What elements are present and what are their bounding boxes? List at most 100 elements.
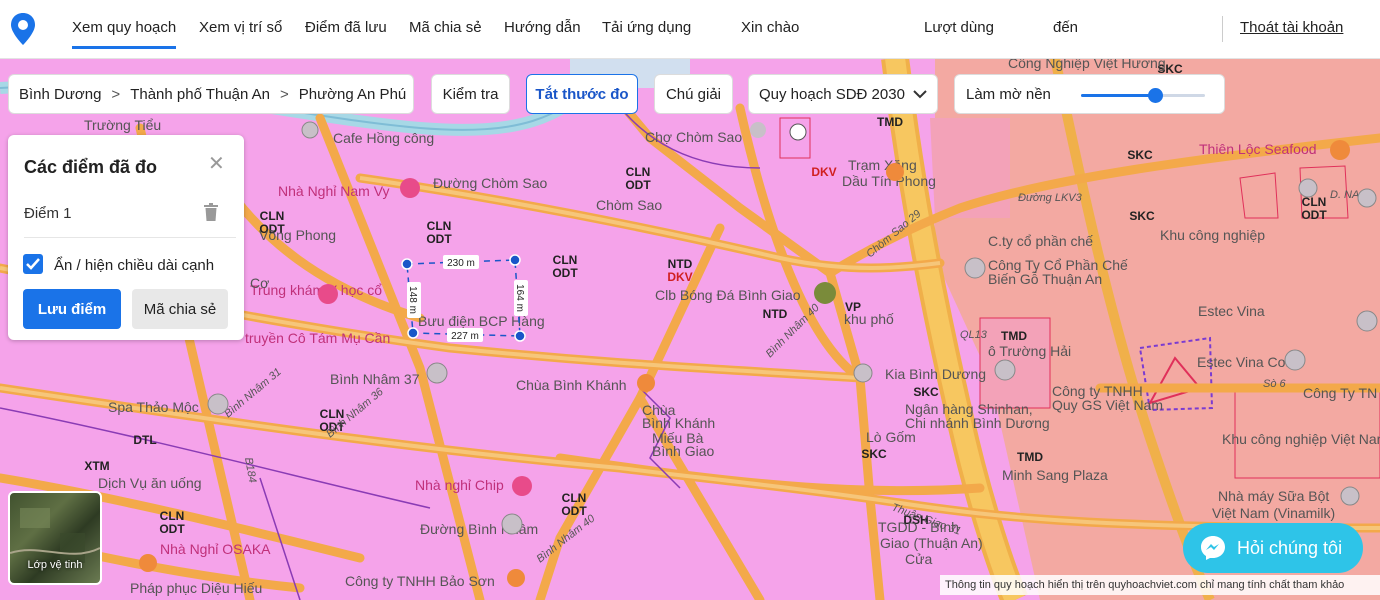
svg-text:Công Nghiệp Việt Hương: Công Nghiệp Việt Hương bbox=[1008, 58, 1166, 71]
svg-text:Khu công nghiệp: Khu công nghiệp bbox=[1160, 227, 1265, 243]
svg-text:Chùa Bình Khánh: Chùa Bình Khánh bbox=[516, 377, 627, 393]
point-item-label[interactable]: Điểm 1 bbox=[24, 205, 72, 222]
svg-text:Dịch Vụ ăn uống: Dịch Vụ ăn uống bbox=[98, 475, 202, 491]
svg-text:Estec Vina Co.: Estec Vina Co. bbox=[1197, 354, 1289, 370]
measure-vertex[interactable] bbox=[407, 327, 419, 339]
nav-saved-points[interactable]: Điểm đã lưu bbox=[305, 19, 387, 36]
svg-text:CLN: CLN bbox=[562, 491, 587, 505]
svg-text:XTM: XTM bbox=[84, 459, 109, 473]
close-icon[interactable]: ✕ bbox=[208, 151, 225, 176]
svg-text:Cafe Hồng công: Cafe Hồng công bbox=[333, 130, 434, 146]
svg-text:khu phố: khu phố bbox=[844, 311, 894, 327]
satellite-layer-button[interactable]: Lớp vệ tinh bbox=[8, 491, 102, 585]
measured-points-panel: Các điểm đã đo ✕ Điểm 1 Ẩn / hiện chiều … bbox=[8, 135, 244, 340]
svg-text:Spa Thảo Mộc: Spa Thảo Mộc bbox=[108, 399, 199, 415]
nav-download-app[interactable]: Tải ứng dụng bbox=[602, 19, 691, 36]
svg-text:CLN: CLN bbox=[160, 509, 185, 523]
svg-text:ODT: ODT bbox=[159, 522, 185, 536]
breadcrumb-city[interactable]: Thành phố Thuận An bbox=[130, 86, 270, 103]
measure-vertex[interactable] bbox=[509, 254, 521, 266]
chevron-down-icon bbox=[913, 89, 927, 98]
svg-text:Cửa: Cửa bbox=[905, 551, 932, 567]
svg-text:CLN: CLN bbox=[260, 209, 285, 223]
top-navbar: Xem quy hoạch Xem vị trí sổ Điểm đã lưu … bbox=[0, 0, 1380, 59]
blur-label: Làm mờ nền bbox=[966, 85, 1051, 103]
svg-text:ODT: ODT bbox=[1301, 208, 1327, 222]
nav-view-planning[interactable]: Xem quy hoạch bbox=[72, 19, 177, 49]
svg-text:TMD: TMD bbox=[1017, 450, 1043, 464]
svg-text:DKV: DKV bbox=[667, 270, 692, 284]
svg-text:Bình Nhâm 37: Bình Nhâm 37 bbox=[330, 371, 420, 387]
svg-text:Estec Vina: Estec Vina bbox=[1198, 303, 1265, 319]
nav-divider bbox=[1222, 16, 1223, 42]
nav-guide[interactable]: Hướng dẫn bbox=[504, 19, 581, 36]
blur-slider-handle[interactable] bbox=[1148, 88, 1164, 103]
svg-text:Minh Sang Plaza: Minh Sang Plaza bbox=[1002, 467, 1108, 483]
blur-slider-fill bbox=[1081, 94, 1156, 97]
nav-view-land-position[interactable]: Xem vị trí sổ bbox=[199, 19, 282, 36]
svg-text:Trung khám Y học cổ: Trung khám Y học cổ bbox=[250, 282, 382, 298]
messenger-icon bbox=[1201, 536, 1225, 560]
checkmark-icon bbox=[26, 258, 40, 270]
plan-select-value: Quy hoạch SDĐ 2030 bbox=[759, 85, 905, 103]
measure-vertex[interactable] bbox=[514, 330, 526, 342]
svg-text:Lò Gốm: Lò Gốm bbox=[866, 429, 916, 445]
svg-text:truyền Cô Tám Mụ Cần: truyền Cô Tám Mụ Cần bbox=[245, 330, 390, 346]
svg-text:Nhà máy Sữa Bột: Nhà máy Sữa Bột bbox=[1218, 488, 1329, 504]
place-nha-nghi-nam-vy: Nhà Nghỉ Nam Vy bbox=[278, 183, 390, 199]
chevron-right-icon: > bbox=[111, 85, 121, 103]
svg-text:Chi nhánh Bình Dương: Chi nhánh Bình Dương bbox=[905, 415, 1050, 431]
measure-edge-right: 164 m bbox=[514, 284, 525, 312]
svg-text:Bình Khánh: Bình Khánh bbox=[642, 415, 715, 431]
chat-label: Hỏi chúng tôi bbox=[1237, 537, 1343, 558]
svg-text:SKC: SKC bbox=[913, 385, 939, 399]
chat-button[interactable]: Hỏi chúng tôi bbox=[1183, 523, 1363, 573]
check-button[interactable]: Kiểm tra bbox=[431, 74, 510, 114]
svg-text:TMD: TMD bbox=[1001, 329, 1027, 343]
svg-text:CLN: CLN bbox=[626, 165, 651, 179]
nav-share-code[interactable]: Mã chia sẻ bbox=[409, 19, 482, 36]
svg-text:Chòm Sao: Chòm Sao bbox=[596, 197, 662, 213]
save-point-button[interactable]: Lưu điểm bbox=[23, 289, 121, 329]
svg-text:ODT: ODT bbox=[561, 504, 587, 518]
svg-text:Clb Bóng Đá Bình Giao: Clb Bóng Đá Bình Giao bbox=[655, 287, 801, 303]
svg-text:ODT: ODT bbox=[552, 266, 578, 280]
svg-text:Nhà Nghỉ OSAKA: Nhà Nghỉ OSAKA bbox=[160, 541, 271, 557]
plan-select[interactable]: Quy hoạch SDĐ 2030 bbox=[748, 74, 938, 114]
measure-edge-bottom: 227 m bbox=[451, 331, 479, 342]
satellite-layer-label: Lớp vệ tinh bbox=[27, 559, 83, 571]
trash-icon[interactable] bbox=[203, 202, 219, 222]
svg-text:Võng Phong: Võng Phong bbox=[259, 227, 336, 243]
measure-edge-left: 148 m bbox=[407, 286, 418, 314]
panel-divider bbox=[24, 237, 236, 238]
svg-text:Nhà nghỉ Chip: Nhà nghỉ Chip bbox=[415, 477, 504, 493]
disclaimer-text: Thông tin quy hoạch hiển thị trên quyhoa… bbox=[940, 575, 1380, 595]
svg-text:SKC: SKC bbox=[1129, 209, 1155, 223]
measure-vertex[interactable] bbox=[401, 258, 413, 270]
breadcrumb-province[interactable]: Bình Dương bbox=[19, 86, 101, 103]
svg-text:Biến Gỗ Thuận An: Biến Gỗ Thuận An bbox=[988, 271, 1102, 287]
ruler-off-button[interactable]: Tắt thước đo bbox=[526, 74, 638, 114]
edge-length-checkbox[interactable] bbox=[23, 254, 43, 274]
svg-text:SKC: SKC bbox=[1127, 148, 1153, 162]
zone-label-cln: CLN bbox=[427, 219, 452, 233]
location-logo-icon[interactable] bbox=[10, 12, 36, 46]
share-code-button[interactable]: Mã chia sẻ bbox=[132, 289, 228, 329]
svg-text:NTD: NTD bbox=[763, 307, 788, 321]
svg-text:NTD: NTD bbox=[668, 257, 693, 271]
svg-text:Cơ: Cơ bbox=[250, 275, 269, 291]
breadcrumb: Bình Dương > Thành phố Thuận An > Phường… bbox=[8, 74, 414, 114]
svg-text:Đường Chòm Sao: Đường Chòm Sao bbox=[433, 175, 547, 191]
legend-button[interactable]: Chú giải bbox=[654, 74, 733, 114]
svg-text:Trạm Xăng: Trạm Xăng bbox=[848, 157, 917, 173]
svg-text:Việt Nam (Vinamilk): Việt Nam (Vinamilk) bbox=[1212, 505, 1335, 521]
logout-link[interactable]: Thoát tài khoản bbox=[1240, 19, 1343, 36]
usage-label: Lượt dùng bbox=[924, 19, 994, 36]
svg-text:Thiên Lộc Seafood: Thiên Lộc Seafood bbox=[1199, 141, 1317, 157]
breadcrumb-ward[interactable]: Phường An Phú bbox=[299, 86, 406, 103]
edge-length-toggle-label[interactable]: Ẩn / hiện chiều dài cạnh bbox=[54, 257, 214, 274]
panel-title: Các điểm đã đo bbox=[24, 157, 158, 177]
svg-text:Quy GS Việt Nam: Quy GS Việt Nam bbox=[1052, 397, 1163, 413]
zone-label-odt: ODT bbox=[426, 232, 452, 246]
blur-slider[interactable] bbox=[1081, 88, 1205, 103]
